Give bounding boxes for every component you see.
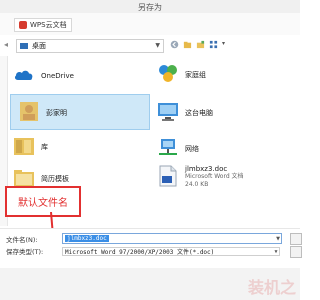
save-form: 文件名(N): jlmbxz3.doc ▼ 保存类型(T): Microsoft… bbox=[0, 228, 302, 269]
filetype-label: 保存类型(T): bbox=[6, 248, 44, 256]
annotation-text: 默认文件名 bbox=[18, 198, 68, 209]
computer-icon bbox=[158, 103, 178, 121]
filename-value: jlmbxz3.doc bbox=[65, 235, 109, 242]
filename-label: 文件名(N): bbox=[6, 235, 38, 244]
back-icon[interactable] bbox=[170, 40, 179, 49]
filetype-row: 保存类型(T): Microsoft Word 97/2000/XP/2003 … bbox=[6, 246, 280, 256]
address-box[interactable]: 桌面 ▼ bbox=[16, 39, 164, 53]
filename-dropdown-icon[interactable]: ▼ bbox=[274, 234, 282, 243]
item-onedrive[interactable]: OneDrive bbox=[12, 64, 74, 88]
filename-input[interactable]: jlmbxz3.doc ▼ bbox=[62, 233, 282, 244]
toolbar: WPS云文档 bbox=[0, 13, 300, 35]
desktop-folder-icon bbox=[20, 43, 28, 49]
item-library[interactable]: 库 bbox=[12, 134, 48, 158]
window-title: 另存为 bbox=[138, 3, 162, 12]
library-icon bbox=[14, 138, 34, 155]
view-options-icon[interactable] bbox=[209, 40, 218, 49]
onedrive-label: OneDrive bbox=[41, 72, 74, 80]
item-network[interactable]: 网络 bbox=[156, 136, 199, 160]
wps-cloud-label: WPS云文档 bbox=[30, 21, 67, 29]
homegroup-icon bbox=[159, 65, 177, 82]
homegroup-label: 家庭组 bbox=[185, 71, 206, 79]
word-doc-icon bbox=[159, 165, 177, 187]
doc-file-name: jlmbxz3.doc bbox=[185, 165, 228, 173]
filetype-dropdown-icon[interactable]: ▼ bbox=[272, 248, 280, 257]
thispc-label: 这台电脑 bbox=[185, 109, 213, 117]
doc-file-size: 24.0 KB bbox=[185, 181, 209, 188]
template-label: 简历模板 bbox=[41, 175, 69, 183]
item-homegroup[interactable]: 家庭组 bbox=[156, 62, 206, 86]
user-folder-icon bbox=[20, 102, 38, 121]
back-arrow-icon[interactable]: ◂ bbox=[4, 40, 8, 49]
doc-file-info: jlmbxz3.doc Microsoft Word 文档 24.0 KB bbox=[185, 165, 244, 189]
user-label: 彭家明 bbox=[46, 109, 67, 117]
wps-cloud-button[interactable]: WPS云文档 bbox=[14, 18, 72, 32]
address-dropdown-icon[interactable]: ▼ bbox=[155, 42, 160, 49]
side-button-top[interactable] bbox=[290, 233, 302, 245]
item-user[interactable]: 彭家明 bbox=[10, 94, 150, 130]
up-folder-icon[interactable] bbox=[183, 40, 192, 49]
watermark: 装机之 bbox=[247, 278, 296, 297]
library-label: 库 bbox=[41, 143, 48, 151]
view-dropdown-icon[interactable]: ▾ bbox=[222, 40, 225, 49]
footer: 装机之 bbox=[0, 268, 300, 300]
side-button-bottom[interactable] bbox=[290, 246, 302, 258]
address-bar: ◂ 桌面 ▼ ▾ bbox=[0, 36, 300, 56]
item-doc-file[interactable]: jlmbxz3.doc Microsoft Word 文档 24.0 KB bbox=[156, 164, 244, 189]
filename-row: 文件名(N): jlmbxz3.doc ▼ bbox=[6, 233, 282, 244]
doc-file-type: Microsoft Word 文档 bbox=[185, 173, 244, 180]
network-label: 网络 bbox=[185, 145, 199, 153]
address-location: 桌面 bbox=[32, 42, 46, 50]
annotation-box: 默认文件名 bbox=[5, 186, 81, 217]
new-folder-icon[interactable] bbox=[196, 40, 205, 49]
filetype-value: Microsoft Word 97/2000/XP/2003 文件(*.doc) bbox=[65, 248, 215, 256]
network-icon bbox=[159, 139, 177, 155]
onedrive-icon bbox=[14, 70, 33, 80]
item-thispc[interactable]: 这台电脑 bbox=[156, 100, 213, 124]
filetype-select[interactable]: Microsoft Word 97/2000/XP/2003 文件(*.doc)… bbox=[62, 246, 280, 257]
view-tools: ▾ bbox=[170, 40, 225, 49]
title-bar: 另存为 bbox=[0, 0, 300, 14]
wps-cloud-icon bbox=[19, 21, 27, 29]
